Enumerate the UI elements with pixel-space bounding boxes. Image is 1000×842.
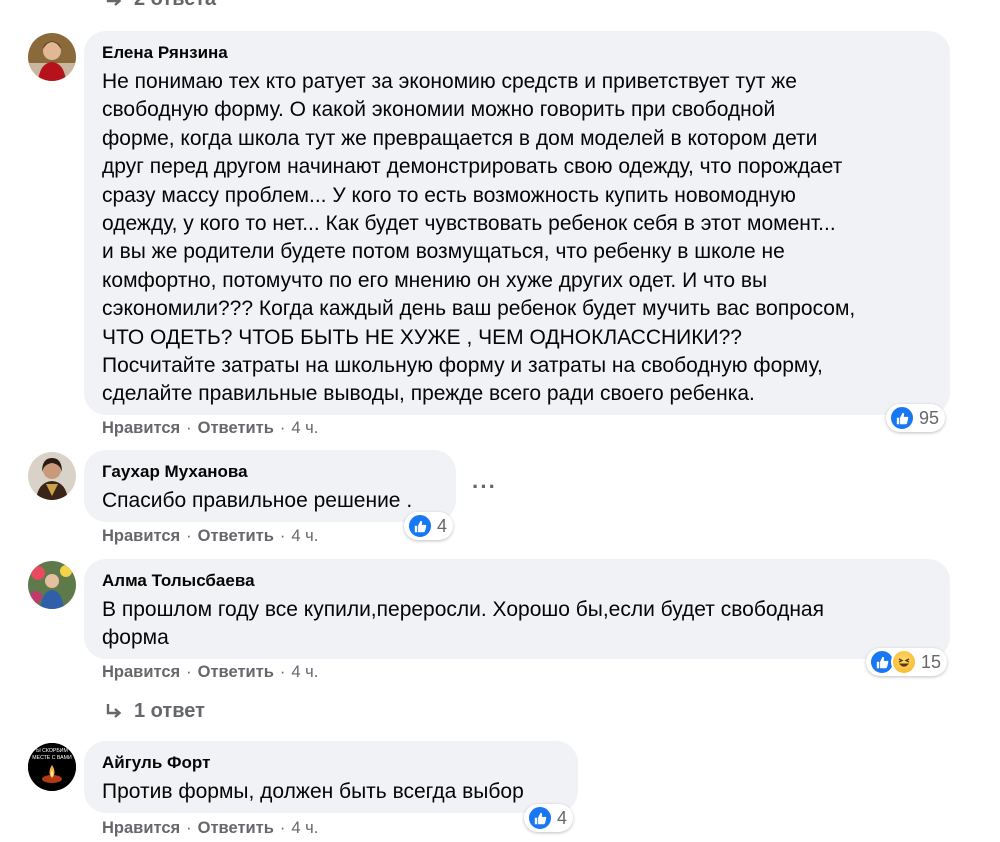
comment-text-line: сделайте правильные выводы, прежде всего… — [102, 382, 755, 406]
separator: · — [279, 419, 286, 437]
comment-text-line: сэкономили??? Когда каждый день ваш ребе… — [102, 297, 856, 321]
comment-text-line: форма — [102, 626, 169, 650]
comment-text-line: ЧТО ОДЕТЬ? ЧТОБ БЫТЬ НЕ ХУЖЕ , ЧЕМ ОДНОК… — [102, 325, 742, 349]
avatar[interactable]: Ы СКОРБИМ МЕСТЕ С ВАМИ — [28, 743, 76, 791]
comment-text: Не понимаю тех кто ратует за экономию ср… — [102, 68, 932, 409]
view-replies-label: 2 ответа — [134, 0, 216, 11]
separator: · — [279, 527, 286, 545]
comment-text-line: Спасибо правильное решение . — [102, 489, 413, 512]
like-icon — [407, 513, 433, 539]
comment-author[interactable]: Елена Рянзина — [102, 42, 932, 64]
avatar-caption: Ы СКОРБИМ — [36, 748, 68, 754]
comment-actions: Нравится · Ответить · 4 ч. — [102, 819, 318, 838]
comment-text-line: форме, когда школа тут же превращается в… — [102, 126, 818, 150]
reply-button[interactable]: Ответить — [198, 819, 274, 838]
avatar[interactable] — [28, 561, 76, 609]
comment-text-line: друг перед другом начинают демонстрирова… — [102, 155, 843, 179]
comment-text-line: сразу массу проблем... У кого то есть во… — [102, 183, 796, 207]
comment-text-line: В прошлом году все купили,переросли. Хор… — [102, 598, 824, 621]
reply-button[interactable]: Ответить — [198, 419, 274, 438]
reaction-count: 4 — [437, 515, 448, 536]
avatar-image — [28, 33, 76, 81]
reply-button[interactable]: Ответить — [198, 663, 274, 682]
reaction-count: 95 — [919, 407, 940, 428]
comment-text-line: свободную форму. О какой экономии можно … — [102, 98, 776, 122]
like-button[interactable]: Нравится — [102, 819, 180, 838]
comment-text: В прошлом году все купили,переросли. Хор… — [102, 596, 932, 653]
view-replies-link[interactable]: 1 ответ — [104, 700, 205, 723]
more-options-button[interactable]: ··· — [472, 474, 497, 500]
reaction-count: 4 — [557, 807, 568, 828]
comment-timestamp[interactable]: 4 ч. — [291, 819, 318, 838]
reaction-summary[interactable]: 4 — [404, 512, 454, 540]
comment-text-line: Посчитайте затраты на школьную форму и з… — [102, 354, 823, 378]
comment-actions: Нравится · Ответить · 4 ч. — [102, 419, 318, 438]
comment-bubble: Елена Рянзина Не понимаю тех кто ратует … — [84, 31, 950, 415]
reaction-summary[interactable]: 95 — [886, 404, 946, 432]
comment-text: Против формы, должен быть всегда выбор — [102, 778, 560, 806]
like-icon — [889, 405, 915, 431]
comment-text-line: Не понимаю тех кто ратует за экономию ср… — [102, 70, 797, 93]
avatar-image — [28, 452, 76, 500]
view-replies-label: 1 ответ — [134, 700, 205, 722]
comment-text-line: Против формы, должен быть всегда выбор — [102, 780, 524, 803]
avatar-caption: МЕСТЕ С ВАМИ — [32, 755, 72, 761]
avatar-image: Ы СКОРБИМ МЕСТЕ С ВАМИ — [28, 743, 76, 791]
separator: · — [186, 419, 192, 437]
like-button[interactable]: Нравится — [102, 527, 180, 546]
comment-text: Спасибо правильное решение . — [102, 487, 438, 515]
comment-author[interactable]: Алма Толысбаева — [102, 570, 932, 592]
comment-text-line: одежду, у кого то нет... Как будет чувст… — [102, 212, 836, 236]
view-replies-link[interactable]: 2 ответа — [104, 0, 216, 11]
reply-button[interactable]: Ответить — [198, 527, 274, 546]
comment-actions: Нравится · Ответить · 4 ч. — [102, 663, 318, 682]
avatar[interactable] — [28, 452, 76, 500]
reply-arrow-icon — [106, 703, 122, 718]
comment-actions: Нравится · Ответить · 4 ч. — [102, 527, 318, 546]
separator: · — [186, 819, 192, 837]
comment-author[interactable]: Гаухар Муханова — [102, 461, 438, 483]
reaction-summary[interactable]: 4 — [524, 804, 574, 832]
avatar-image — [28, 561, 76, 609]
separator: · — [279, 663, 286, 681]
separator: · — [186, 663, 192, 681]
comment-timestamp[interactable]: 4 ч. — [291, 663, 318, 682]
comment-author[interactable]: Айгуль Форт — [102, 752, 560, 774]
comment-bubble: Алма Толысбаева В прошлом году все купил… — [84, 559, 950, 659]
separator: · — [279, 819, 286, 837]
avatar[interactable] — [28, 33, 76, 81]
reaction-summary[interactable]: 15 — [866, 648, 948, 676]
comment-bubble: Айгуль Форт Против формы, должен быть вс… — [84, 741, 578, 813]
haha-icon — [891, 649, 917, 675]
reaction-count: 15 — [921, 651, 942, 672]
comment-timestamp[interactable]: 4 ч. — [291, 419, 318, 438]
comment-text-line: комфортно, потомучто по его мнению он ху… — [102, 268, 768, 292]
comment-timestamp[interactable]: 4 ч. — [291, 527, 318, 546]
like-button[interactable]: Нравится — [102, 419, 180, 438]
comment-text-line: и вы же родители будете потом возмущатьс… — [102, 240, 785, 264]
separator: · — [186, 527, 192, 545]
reply-arrow-icon — [106, 0, 122, 6]
comment-bubble: Гаухар Муханова Спасибо правильное решен… — [84, 450, 456, 522]
like-icon — [527, 805, 553, 831]
like-button[interactable]: Нравится — [102, 663, 180, 682]
